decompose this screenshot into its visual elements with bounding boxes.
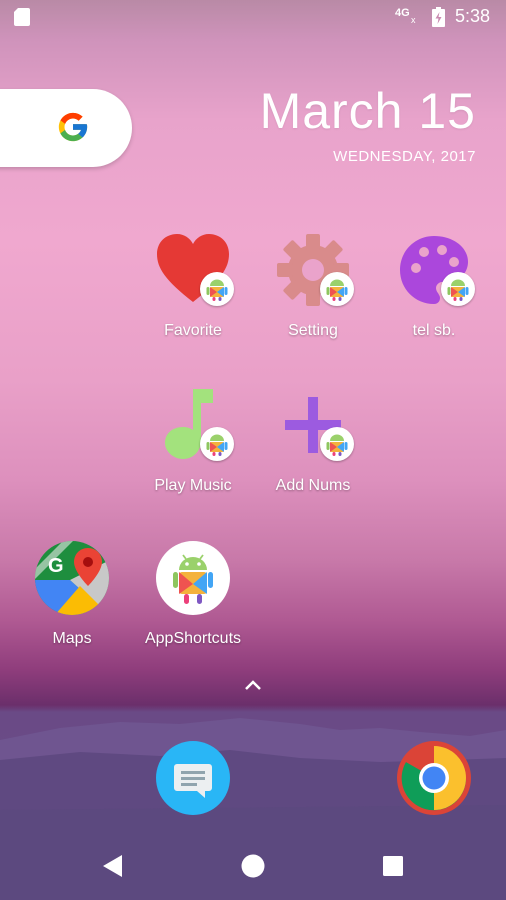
google-g-icon [58, 112, 88, 142]
svg-text:G: G [48, 555, 64, 577]
home-icon[interactable] [240, 853, 266, 879]
app-maps[interactable]: G Maps [7, 540, 137, 670]
messages-icon[interactable] [155, 740, 231, 816]
app-play-music[interactable]: Play Music [128, 387, 258, 517]
no-signal-mark: x [411, 15, 416, 25]
app-tel-sb[interactable]: tel sb. [369, 232, 499, 362]
date-widget-date[interactable]: March 15 [260, 82, 476, 140]
home-screen: 4G x 5:38 March 15 WEDNESDAY, 2017 Favor… [0, 0, 506, 900]
app-favorite[interactable]: Favorite [128, 232, 258, 362]
date-widget-weekday[interactable]: WEDNESDAY, 2017 [333, 148, 476, 165]
app-label: Maps [52, 630, 92, 647]
back-icon[interactable] [100, 853, 126, 879]
android-badge-icon [320, 427, 354, 461]
app-add-nums[interactable]: Add Nums [248, 387, 378, 517]
android-icon [156, 541, 230, 615]
android-badge-icon [200, 272, 234, 306]
status-bar: 4G x 5:38 [0, 0, 506, 34]
app-appshortcuts[interactable]: AppShortcuts [128, 540, 258, 670]
android-badge-icon [320, 272, 354, 306]
status-clock: 5:38 [455, 6, 491, 26]
app-label: tel sb. [412, 322, 456, 339]
android-badge-icon [200, 427, 234, 461]
recents-icon[interactable] [382, 855, 404, 877]
app-label: Add Nums [275, 477, 351, 494]
app-setting[interactable]: Setting [248, 232, 378, 362]
chevron-up-icon[interactable] [243, 678, 263, 692]
app-label: Setting [288, 322, 338, 339]
android-badge-icon [441, 272, 475, 306]
app-label: Play Music [154, 477, 232, 494]
maps-icon: G [35, 541, 109, 615]
chrome-icon[interactable] [396, 740, 472, 816]
network-type-label: 4G [395, 7, 410, 19]
app-label: AppShortcuts [144, 630, 242, 647]
app-label: Favorite [164, 322, 222, 339]
sd-card-icon [14, 8, 30, 26]
battery-charging-icon [432, 7, 445, 27]
